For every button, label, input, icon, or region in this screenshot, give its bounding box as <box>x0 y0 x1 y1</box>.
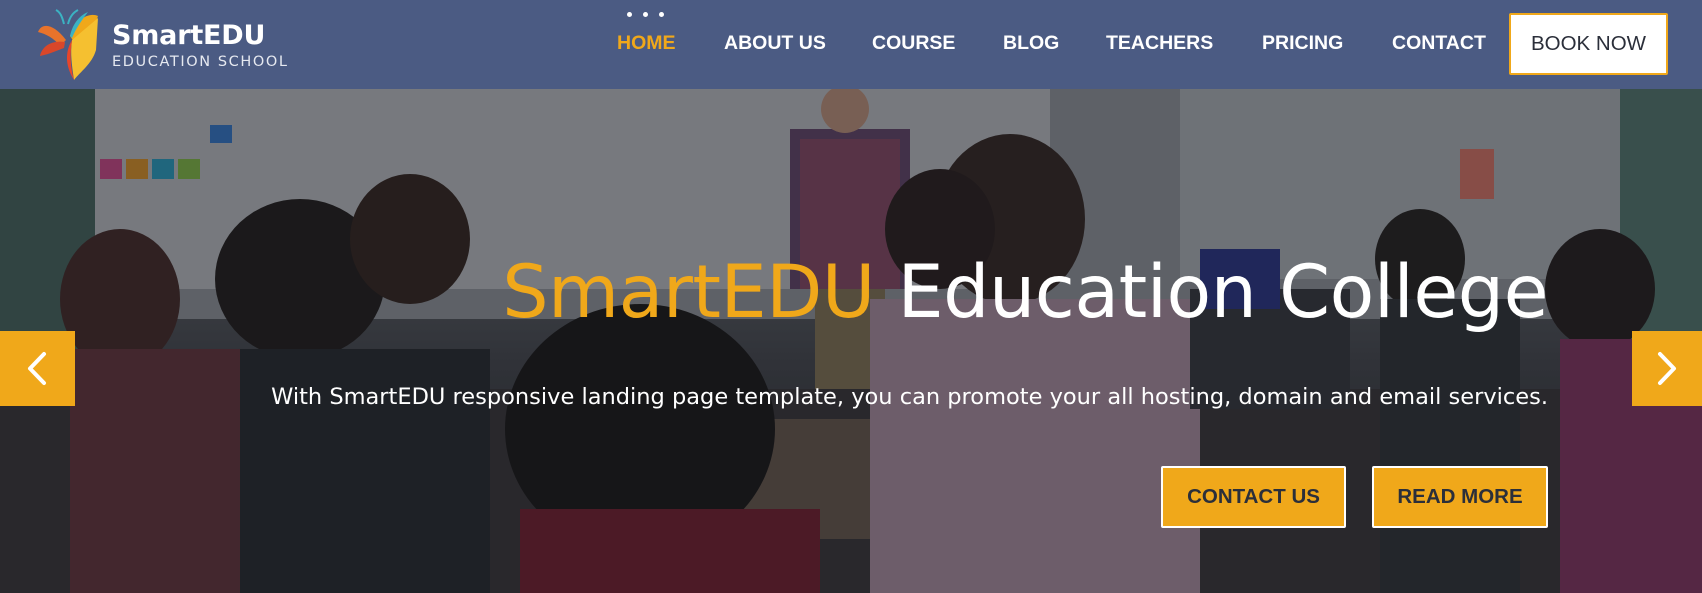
nav-item-home[interactable]: HOME <box>617 30 676 56</box>
nav-item-blog[interactable]: BLOG <box>1003 30 1059 56</box>
top-navbar: SmartEDU EDUCATION SCHOOL HOME ABOUT US … <box>0 0 1702 89</box>
chevron-right-icon <box>1658 352 1676 385</box>
hero-title: SmartEDU Education College <box>0 249 1548 337</box>
nav-item-contact[interactable]: CONTACT <box>1392 30 1486 56</box>
book-now-button[interactable]: BOOK NOW <box>1509 13 1668 75</box>
nav-item-pricing[interactable]: PRICING <box>1262 30 1343 56</box>
nav-item-about-us[interactable]: ABOUT US <box>724 30 826 56</box>
contact-us-button[interactable]: CONTACT US <box>1161 466 1346 528</box>
nav-item-teachers[interactable]: TEACHERS <box>1106 30 1213 56</box>
hero-title-rest: Education College <box>897 250 1549 335</box>
chevron-left-icon <box>28 352 46 385</box>
hero-slider: SmartEDU Education College With SmartEDU… <box>0 89 1702 593</box>
nav-item-course[interactable]: COURSE <box>872 30 955 56</box>
slider-prev-button[interactable] <box>0 331 75 406</box>
hero-title-brand: SmartEDU <box>502 250 875 335</box>
active-indicator-dots-icon <box>625 12 665 20</box>
hero-subtitle: With SmartEDU responsive landing page te… <box>271 384 1548 410</box>
slider-next-button[interactable] <box>1632 331 1702 406</box>
main-nav: HOME ABOUT US COURSE BLOG TEACHERS PRICI… <box>0 0 1702 89</box>
read-more-button[interactable]: READ MORE <box>1372 466 1548 528</box>
